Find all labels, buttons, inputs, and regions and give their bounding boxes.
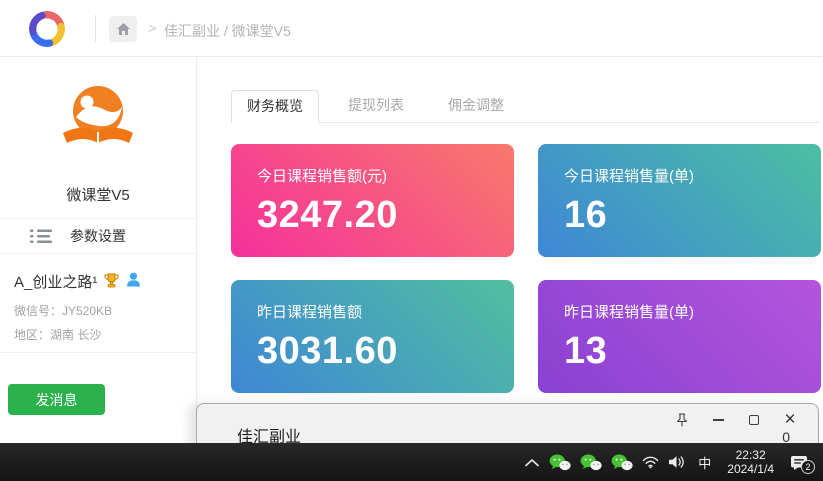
send-message-button[interactable]: 发消息 [8,384,105,415]
user-info-block: A_创业之路¹ 微信号：JY520KB 地区：湖南 长沙 [14,271,188,343]
close-icon: × [784,413,795,427]
notification-badge: 2 [801,460,815,474]
wechat-icon [611,454,633,471]
wechat-icon [580,454,602,471]
user-region: 地区：湖南 长沙 [14,326,188,343]
sidebar-item-settings[interactable]: 参数设置 [0,218,196,254]
tray-expand-button[interactable] [524,458,540,467]
sidebar: 微课堂V5 参数设置 A_创业之路¹ [0,57,197,481]
volume-button[interactable] [668,455,686,469]
tab-bar: 财务概览 提现列表 佣金调整 [231,90,820,123]
taskbar-clock[interactable]: 22:32 2024/1/4 [723,448,778,476]
tab-finance-overview[interactable]: 财务概览 [231,90,319,123]
stat-card-value: 3247.20 [257,194,488,237]
chevron-right-icon: > [148,20,156,36]
tab-withdrawal-list[interactable]: 提现列表 [333,90,419,123]
stat-card-value: 3031.60 [257,330,488,373]
window-controls: × [674,411,798,429]
clock-date: 2024/1/4 [727,462,774,476]
home-icon [116,22,131,36]
trophy-icon [103,272,120,292]
list-settings-icon [30,228,52,245]
close-button[interactable]: × [782,412,798,428]
stat-card-yesterday-sales: 昨日课程销售额 3031.60 [231,280,514,393]
home-button[interactable] [109,16,137,42]
user-name: A_创业之路¹ [14,271,97,292]
breadcrumb[interactable]: 佳汇副业 / 微课堂V5 [164,21,291,41]
user-wechat-id: 微信号：JY520KB [14,302,188,319]
org-logo-icon [58,83,138,162]
maximize-icon [749,415,759,425]
stat-card-value: 16 [564,194,795,237]
stat-card-title: 昨日课程销售额 [257,301,488,322]
tab-commission-adjust[interactable]: 佣金调整 [433,90,519,123]
top-header: > 佳汇副业 / 微课堂V5 [0,0,823,57]
clock-time: 22:32 [727,448,774,462]
stat-card-title: 昨日课程销售量(单) [564,301,795,322]
header-divider [95,15,96,42]
input-method-indicator[interactable]: 中 [695,453,714,472]
wechat-icon [549,454,571,471]
speaker-icon [668,455,686,469]
sidebar-divider [0,352,196,353]
notification-center-button[interactable]: 2 [787,453,811,471]
pin-button[interactable] [674,412,690,428]
network-button[interactable] [642,455,659,469]
app-logo-icon [25,7,69,56]
wechat-tray-icon-1[interactable] [549,454,571,471]
pin-icon [674,412,690,428]
stat-card-value: 13 [564,330,795,373]
stat-card-title: 今日课程销售额(元) [257,165,488,186]
person-icon [126,272,141,291]
wechat-tray-icon-3[interactable] [611,454,633,471]
stat-card-grid: 今日课程销售额(元) 3247.20 今日课程销售量(单) 16 昨日课程销售额… [231,144,821,393]
wifi-icon [642,455,659,469]
maximize-button[interactable] [746,412,762,428]
stat-card-today-sales: 今日课程销售额(元) 3247.20 [231,144,514,257]
taskbar: 中 22:32 2024/1/4 2 [0,443,823,481]
wechat-tray-icon-2[interactable] [580,454,602,471]
stat-card-title: 今日课程销售量(单) [564,165,795,186]
minimize-icon [713,419,724,421]
stat-card-today-orders: 今日课程销售量(单) 16 [538,144,821,257]
sidebar-item-settings-label: 参数设置 [70,226,126,246]
sidebar-app-name: 微课堂V5 [0,184,196,205]
stat-card-yesterday-orders: 昨日课程销售量(单) 13 [538,280,821,393]
chevron-up-icon [524,458,540,467]
minimize-button[interactable] [710,412,726,428]
